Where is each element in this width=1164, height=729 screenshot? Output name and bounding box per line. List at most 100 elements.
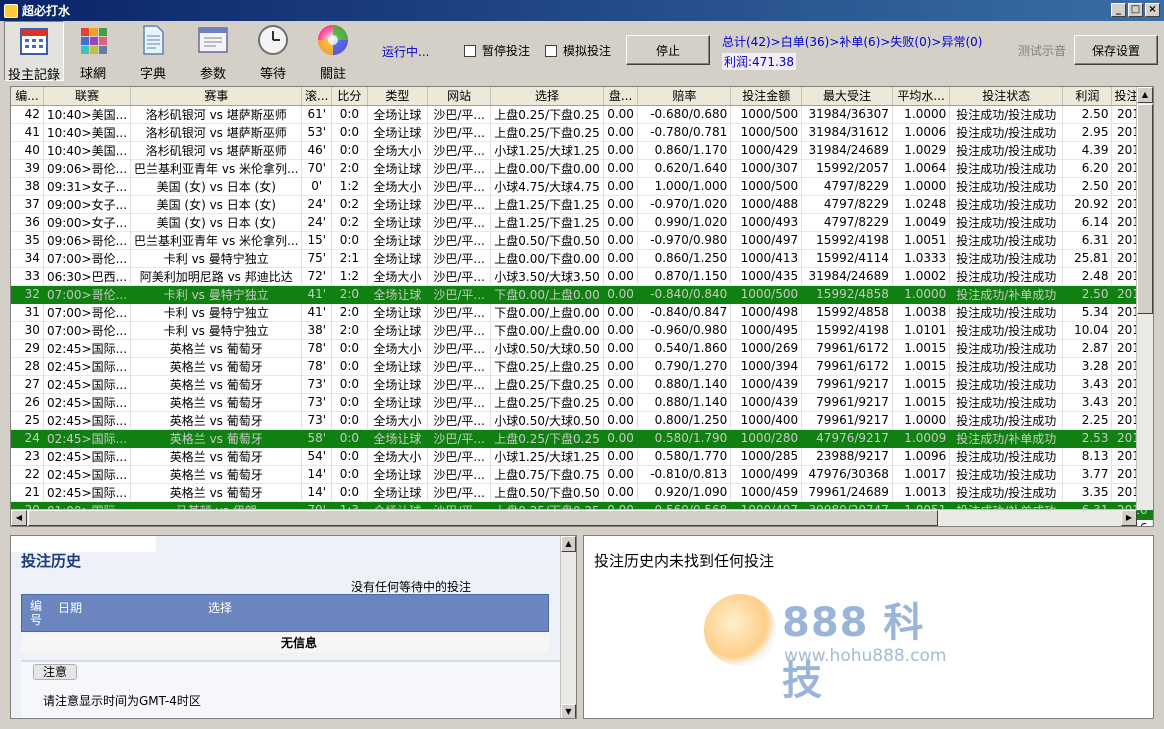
table-row[interactable]: 35 09:06>哥伦... 巴兰基利亚青年 vs 米伦拿列... 15' 0:0 全场让…: [11, 231, 1153, 250]
scroll-down-arrow-icon[interactable]: ▼: [561, 704, 576, 718]
toolbar-label: 参数: [199, 67, 226, 82]
column-header[interactable]: 赔率: [637, 87, 732, 106]
toolbar-button-wait[interactable]: 等待: [252, 21, 294, 82]
cell-amount: 1000/435: [730, 267, 803, 286]
cell-type: 全场大小: [367, 411, 428, 430]
cell-site: 沙巴/平...: [427, 447, 492, 466]
cell-site: 沙巴/平...: [427, 159, 492, 178]
table-row[interactable]: 37 09:00>女子... 美国 (女) vs 日本 (女) 24' 0:2 全场让球沙…: [11, 195, 1153, 214]
history-vertical-scrollbar[interactable]: ▲ ▼: [560, 536, 576, 718]
column-header[interactable]: 网站: [427, 87, 492, 106]
table-row[interactable]: 27 02:45>国际... 英格兰 vs 葡萄牙 73' 0:0 全场让球 沙巴/平...…: [11, 375, 1153, 394]
scroll-right-arrow-icon[interactable]: ▶: [1121, 510, 1137, 526]
toolbar-button-follow[interactable]: 關註: [312, 21, 354, 82]
table-row[interactable]: 22 02:45>国际... 英格兰 vs 葡萄牙 14' 0:0 全场让球 沙巴/平...…: [11, 465, 1153, 484]
cell-max: 31984/31612: [801, 123, 893, 142]
column-header[interactable]: 利润: [1062, 87, 1113, 106]
column-header[interactable]: 投注金额: [730, 87, 803, 106]
settings-card-icon: [196, 23, 230, 57]
table-row[interactable]: 41 10:40>美国... 洛杉矶银河 vs 堪萨斯巫师 53' 0:0 全场让球 沙巴/…: [11, 123, 1153, 142]
toolbar-button-records[interactable]: 投主記錄: [4, 21, 64, 83]
table-row[interactable]: 21 02:45>国际... 英格兰 vs 葡萄牙 14' 0:0 全场让球 沙巴/平...…: [11, 483, 1153, 502]
stop-button[interactable]: 停止: [626, 35, 710, 65]
column-header[interactable]: 最大受注: [801, 87, 893, 106]
table-row[interactable]: 24 02:45>国际... 英格兰 vs 葡萄牙 58' 0:0 全场让球 沙巴/平...…: [11, 429, 1153, 448]
cell-profit: 2.50: [1062, 285, 1113, 304]
scroll-up-arrow-icon[interactable]: ▲: [1137, 87, 1153, 103]
grid-icon: [76, 23, 110, 57]
cell-odds: 1.000/1.000: [637, 177, 732, 196]
cell-profit: 3.28: [1062, 357, 1113, 376]
table-row[interactable]: 29 02:45>国际... 英格兰 vs 葡萄牙 78' 0:0 全场大小 沙巴/平...…: [11, 339, 1153, 358]
cell-type: 全场让球: [367, 285, 428, 304]
cell-minute: 54': [301, 447, 333, 466]
cell-type: 全场让球: [367, 465, 428, 484]
cell-status: 投注成功/投注成功: [949, 411, 1064, 430]
scroll-left-arrow-icon[interactable]: ◀: [11, 510, 27, 526]
column-header[interactable]: 编...: [11, 87, 44, 106]
table-row[interactable]: 30 07:00>哥伦... 卡利 vs 曼特宁独立 38' 2:0 全场让球 沙巴/平..…: [11, 321, 1153, 340]
toolbar-button-params[interactable]: 参数: [192, 21, 234, 82]
column-header[interactable]: 选择: [490, 87, 604, 106]
table-row[interactable]: 40 10:40>美国... 洛杉矶银河 vs 堪萨斯巫师 46' 0:0 全场大小 沙巴/…: [11, 141, 1153, 160]
column-header[interactable]: 平均水...: [892, 87, 951, 106]
grid-horizontal-scrollbar[interactable]: ◀ ▶: [11, 509, 1137, 526]
table-row[interactable]: 32 07:00>哥伦... 卡利 vs 曼特宁独立 41' 2:0 全场让球 沙巴/平..…: [11, 285, 1153, 304]
table-row[interactable]: 26 02:45>国际... 英格兰 vs 葡萄牙 73' 0:0 全场让球 沙巴/平...…: [11, 393, 1153, 412]
cell-id: 32: [11, 285, 44, 304]
close-button[interactable]: ×: [1145, 3, 1160, 17]
toolbar-button-ballnet[interactable]: 球網: [72, 21, 114, 82]
table-row[interactable]: 31 07:00>哥伦... 卡利 vs 曼特宁独立 41' 2:0 全场让球 沙巴/平..…: [11, 303, 1153, 322]
table-row[interactable]: 23 02:45>国际... 英格兰 vs 葡萄牙 54' 0:0 全场大小 沙巴/平...…: [11, 447, 1153, 466]
table-row[interactable]: 38 09:31>女子... 美国 (女) vs 日本 (女) 0' 1:2 全场大小 沙巴…: [11, 177, 1153, 196]
cell-profit: 2.53: [1062, 429, 1113, 448]
table-row[interactable]: 33 06:30>巴西... 阿美利加明尼路 vs 邦迪比达 72' 1:2 全场大小 沙巴…: [11, 267, 1153, 286]
scroll-up-arrow-icon[interactable]: ▲: [561, 536, 576, 552]
table-row[interactable]: 34 07:00>哥伦... 卡利 vs 曼特宁独立 75' 2:1 全场让球 沙巴/平..…: [11, 249, 1153, 268]
cell-league: 09:06>哥伦...: [43, 159, 132, 178]
grid-vertical-scrollbar[interactable]: ▲: [1136, 87, 1153, 510]
cell-site: 沙巴/平...: [427, 357, 492, 376]
simulate-bet-checkbox[interactable]: 模拟投注: [545, 42, 611, 59]
column-header[interactable]: 比分: [331, 87, 368, 106]
column-header[interactable]: 赛事: [130, 87, 303, 106]
table-row[interactable]: 42 10:40>美国... 洛杉矶银河 vs 堪萨斯巫师 61' 0:0 全场让球 沙巴/…: [11, 105, 1153, 124]
save-settings-button[interactable]: 保存设置: [1074, 35, 1158, 65]
column-header[interactable]: 类型: [367, 87, 428, 106]
column-header[interactable]: 联赛: [43, 87, 132, 106]
window-title: 超必打水: [22, 4, 71, 18]
checkbox-box[interactable]: [545, 44, 557, 57]
test-sound-link[interactable]: 测试示音: [1018, 42, 1066, 59]
cell-minute: 75': [301, 249, 333, 268]
scroll-thumb[interactable]: [28, 510, 938, 526]
table-row[interactable]: 39 09:06>哥伦... 巴兰基利亚青年 vs 米伦拿列... 70' 2:0 全场让…: [11, 159, 1153, 178]
minimize-button[interactable]: _: [1111, 3, 1126, 17]
column-header[interactable]: 滚...: [301, 87, 333, 106]
maximize-button[interactable]: □: [1128, 3, 1143, 17]
cell-status: 投注成功/投注成功: [949, 465, 1064, 484]
table-row[interactable]: 36 09:00>女子... 美国 (女) vs 日本 (女) 24' 0:2 全场让球沙…: [11, 213, 1153, 232]
cell-match: 卡利 vs 曼特宁独立: [130, 303, 303, 322]
pause-bet-checkbox[interactable]: 暂停投注: [464, 42, 530, 59]
scroll-thumb[interactable]: [1137, 104, 1153, 314]
toolbar-button-dictionary[interactable]: 字典: [132, 21, 174, 82]
cell-status: 投注成功/投注成功: [949, 447, 1064, 466]
cell-id: 27: [11, 375, 44, 394]
cell-minute: 58': [301, 429, 333, 448]
cell-score: 0:0: [331, 231, 368, 250]
table-row[interactable]: 25 02:45>国际... 英格兰 vs 葡萄牙 73' 0:0 全场大小 沙巴/平...…: [11, 411, 1153, 430]
column-header[interactable]: 盘...: [603, 87, 639, 106]
no-bets-found-message: 投注历史内未找到任何投注: [594, 552, 775, 570]
cell-profit: 4.39: [1062, 141, 1113, 160]
cell-profit: 6.20: [1062, 159, 1113, 178]
cell-max: 31984/24689: [801, 267, 893, 286]
cell-site: 沙巴/平...: [427, 339, 492, 358]
column-header[interactable]: 投注状态: [949, 87, 1064, 106]
cell-status: 投注成功/投注成功: [949, 483, 1064, 502]
table-row[interactable]: 28 02:45>国际... 英格兰 vs 葡萄牙 78' 0:0 全场让球 沙巴/平...…: [11, 357, 1153, 376]
cell-type: 全场让球: [367, 429, 428, 448]
cell-type: 全场让球: [367, 231, 428, 250]
checkbox-box[interactable]: [464, 44, 476, 57]
cell-avg: 1.0029: [892, 141, 951, 160]
cell-status: 投注成功/投注成功: [949, 231, 1064, 250]
